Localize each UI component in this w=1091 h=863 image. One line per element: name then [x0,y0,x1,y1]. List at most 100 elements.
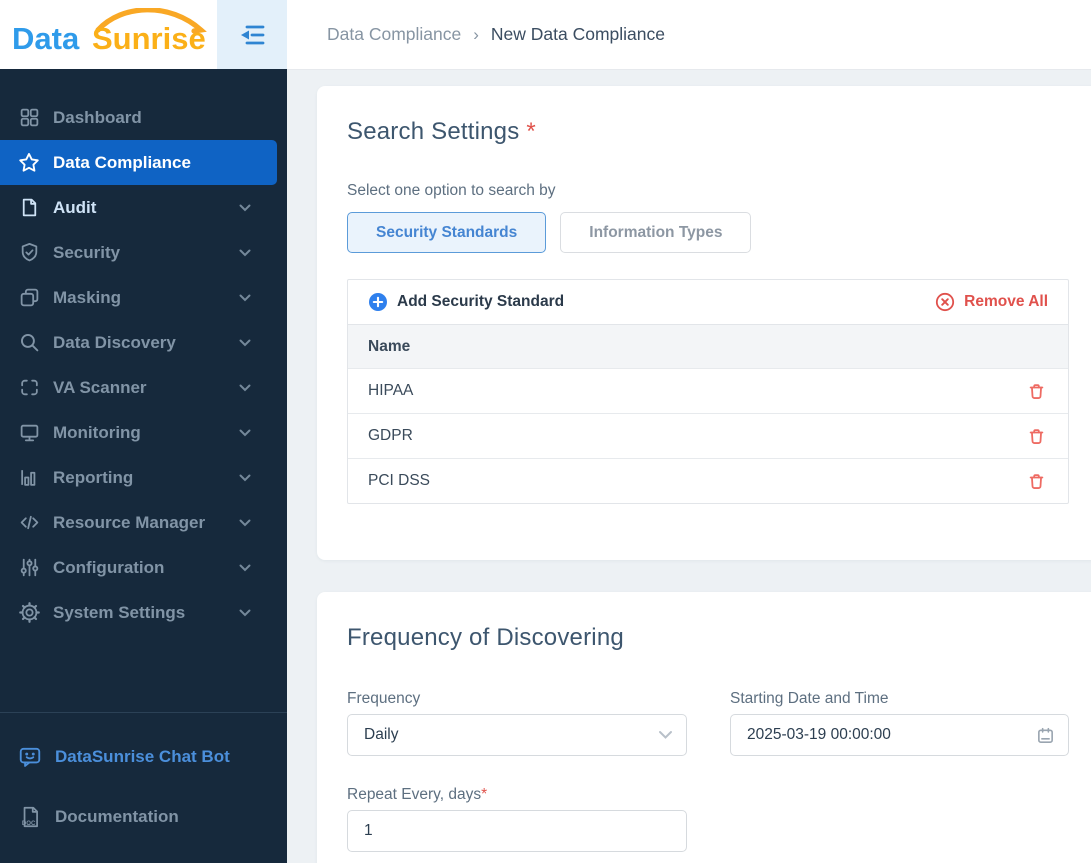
sidebar-item-data-discovery[interactable]: Data Discovery [0,320,287,365]
start-date-input[interactable] [731,715,1068,755]
breadcrumb-parent[interactable]: Data Compliance [327,24,461,45]
sidebar-item-label: Data Compliance [53,152,191,172]
required-asterisk: * [526,118,536,145]
sidebar: Data Sunrise Dashboard Data Compliance A… [0,0,287,863]
delete-row-button[interactable] [1027,382,1046,401]
breadcrumb-current: New Data Compliance [490,24,666,44]
security-standards-button[interactable]: Security Standards [347,212,547,253]
sidebar-item-label: Dashboard [53,107,142,127]
chevron-down-icon [239,474,251,482]
monitor-icon [18,422,40,444]
start-date-label: Starting Date and Time [730,690,889,707]
sidebar-item-label: Reporting [53,467,134,487]
breadcrumb-separator: › [473,24,479,44]
standard-name-cell: HIPAA [368,382,414,399]
table-row: HIPAA [348,368,1068,413]
security-standards-table: Add Security Standard Remove All Name HI… [347,279,1069,504]
datasunrise-logo: Data Sunrise [10,8,210,60]
table-row: GDPR [348,413,1068,458]
sidebar-collapse-button[interactable] [217,0,287,69]
chevron-down-icon [239,249,251,257]
sidebar-item-audit[interactable]: Audit [0,185,287,230]
frequency-form-row: Frequency Starting Date and Time [347,690,1091,756]
file-icon [18,197,40,219]
sidebar-divider [0,712,287,713]
chevron-down-icon [239,564,251,572]
collapse-menu-icon [237,22,267,48]
logo-word-sunrise: Sunrise [92,21,206,56]
sidebar-item-reporting[interactable]: Reporting [0,455,287,500]
chevron-down-icon [239,609,251,617]
frequency-title: Frequency of Discovering [347,624,624,651]
doc-file-icon: DOC [18,805,42,829]
sidebar-item-system-settings[interactable]: System Settings [0,590,287,635]
main-area: Data Compliance › New Data Compliance Se… [287,0,1091,863]
bar-chart-icon [18,467,40,489]
sidebar-item-label: VA Scanner [53,377,147,397]
table-header-name: Name [348,324,1068,368]
chevron-down-icon [239,294,251,302]
search-settings-subtitle: Select one option to search by [347,182,556,199]
sidebar-item-chat-bot[interactable]: DataSunrise Chat Bot [0,727,287,787]
remove-all-button[interactable]: Remove All [935,292,1048,312]
sidebar-item-data-compliance[interactable]: Data Compliance [0,140,277,185]
sidebar-menu: Dashboard Data Compliance Audit Security… [0,69,287,635]
sidebar-item-dashboard[interactable]: Dashboard [0,95,287,140]
sidebar-item-label: Configuration [53,557,165,577]
search-mode-toggle: Security Standards Information Types [347,212,1091,253]
sidebar-item-label: Masking [53,287,122,307]
table-row: PCI DSS [348,458,1068,503]
x-circle-icon [935,292,955,312]
sidebar-item-label: Data Discovery [53,332,176,352]
frequency-select-value[interactable] [348,715,686,755]
repeat-field-group: Repeat Every, days* [347,786,687,852]
standard-name-cell: PCI DSS [368,472,431,489]
delete-row-button[interactable] [1027,427,1046,446]
information-types-button[interactable]: Information Types [560,212,752,253]
sidebar-item-label: Monitoring [53,422,141,442]
chat-bot-icon [18,745,42,769]
add-security-standard-button[interactable]: Add Security Standard [368,292,564,312]
sidebar-item-resource-manager[interactable]: Resource Manager [0,500,287,545]
plus-circle-icon [368,292,388,312]
sidebar-item-configuration[interactable]: Configuration [0,545,287,590]
table-toolbar: Add Security Standard Remove All [348,280,1068,324]
chevron-down-icon [239,384,251,392]
code-icon [18,512,40,534]
chevron-down-icon [239,429,251,437]
standard-name-cell: GDPR [368,427,413,444]
repeat-days-input[interactable] [348,811,686,851]
frequency-card: Frequency of Discovering Frequency Start… [317,592,1091,863]
frequency-select[interactable] [347,714,687,756]
search-settings-title: Search Settings * [347,118,536,145]
frequency-field-group: Frequency [347,690,687,756]
dashboard-grid-icon [18,107,40,129]
sidebar-item-va-scanner[interactable]: VA Scanner [0,365,287,410]
svg-text:DOC: DOC [22,820,36,827]
topbar: Data Compliance › New Data Compliance [287,0,1091,70]
scanner-brackets-icon [18,377,40,399]
required-asterisk: * [481,786,488,803]
sidebar-item-security[interactable]: Security [0,230,287,275]
delete-row-button[interactable] [1027,472,1046,491]
sidebar-item-label: System Settings [53,602,186,622]
sidebar-item-documentation[interactable]: DOC Documentation [0,787,287,847]
search-icon [18,332,40,354]
sidebar-item-label: DataSunrise Chat Bot [55,747,230,766]
repeat-input-wrap[interactable] [347,810,687,852]
sidebar-item-label: Audit [53,197,97,217]
page-content: Search Settings * Select one option to s… [287,70,1091,863]
sidebar-item-masking[interactable]: Masking [0,275,287,320]
logo-word-data: Data [12,21,80,56]
start-date-field-group: Starting Date and Time [730,690,1069,756]
chevron-down-icon [239,519,251,527]
frequency-label: Frequency [347,690,421,707]
sliders-icon [18,557,40,579]
repeat-label: Repeat Every, days* [347,786,488,803]
start-date-input-wrap[interactable] [730,714,1069,756]
logo-row: Data Sunrise [0,0,287,69]
sidebar-item-monitoring[interactable]: Monitoring [0,410,287,455]
sidebar-item-label: Resource Manager [53,512,206,532]
gear-icon [18,602,40,624]
search-settings-card: Search Settings * Select one option to s… [317,86,1091,560]
